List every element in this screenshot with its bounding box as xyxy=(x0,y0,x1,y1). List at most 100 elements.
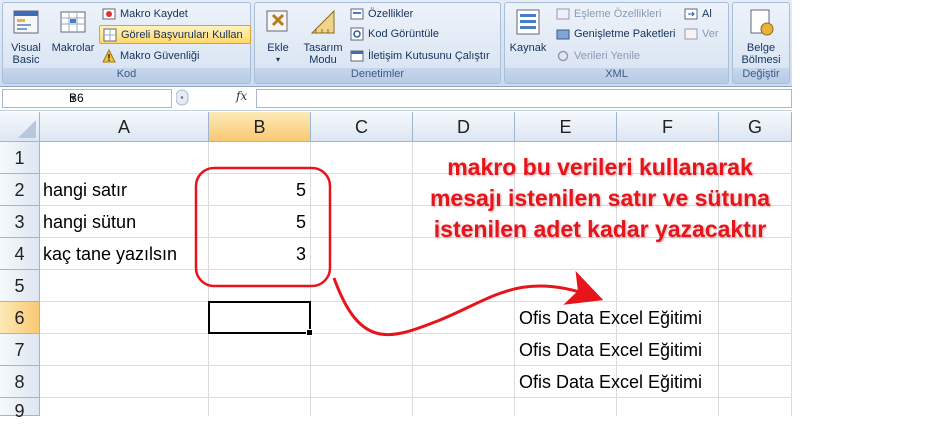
expansion-packs-icon xyxy=(556,29,570,39)
insert-controls-icon xyxy=(266,10,288,32)
column-header-f[interactable]: F xyxy=(617,112,719,142)
verileri-yenile-button[interactable]: Verileri Yenile xyxy=(553,47,643,64)
makro-kaydet-label: Makro Kaydet xyxy=(120,7,188,20)
name-box[interactable]: B6 ▼ xyxy=(2,89,172,108)
visual-basic-button[interactable]: Visual Basic xyxy=(5,5,47,66)
annotation-line-2: mesajı istenilen satır ve sütuna xyxy=(429,185,771,211)
name-box-dropdown-icon[interactable]: ▼ xyxy=(69,90,168,107)
run-dialog-icon xyxy=(350,50,364,61)
tasarim-modu-button[interactable]: Tasarım Modu xyxy=(301,5,345,66)
visual-basic-icon xyxy=(13,10,39,34)
properties-icon xyxy=(350,8,364,19)
kaynak-button[interactable]: Kaynak xyxy=(507,5,549,54)
row-header-2[interactable]: 2 xyxy=(0,174,40,206)
iletisim-kutusu-button[interactable]: İletişim Kutusunu Çalıştır xyxy=(347,47,493,64)
fx-icon[interactable]: fx xyxy=(236,89,247,103)
row-header-7[interactable]: 7 xyxy=(0,334,40,366)
visual-basic-label-1: Visual xyxy=(11,42,41,54)
active-cell-b6[interactable] xyxy=(208,301,313,336)
tasarim-modu-label-2: Modu xyxy=(309,54,337,66)
select-all-corner[interactable] xyxy=(0,112,40,142)
ribbon: Visual Basic Makrolar Makro Kaydet Görel… xyxy=(0,0,792,87)
annotation-text: makro bu verileri kullanarak mesajı iste… xyxy=(380,152,820,245)
column-header-e[interactable]: E xyxy=(515,112,617,142)
annotation-line-3: istenilen adet kadar yazacaktır xyxy=(433,216,767,242)
ekle-label: Ekle xyxy=(267,42,289,54)
fill-handle[interactable] xyxy=(306,329,313,336)
ver-button[interactable]: Ver xyxy=(681,25,722,42)
group-degistir: Belge Bölmesi Değiştir xyxy=(732,2,790,84)
group-denetimler: Ekle ▾ Tasarım Modu Özellikler Kod Görün… xyxy=(254,2,501,84)
map-properties-icon xyxy=(556,8,570,19)
macros-icon xyxy=(60,11,86,33)
ozellikler-button[interactable]: Özellikler xyxy=(347,5,416,22)
tasarim-modu-label-1: Tasarım xyxy=(303,42,343,54)
refresh-data-icon xyxy=(557,50,569,61)
ozellikler-label: Özellikler xyxy=(368,7,414,20)
ekle-dropdown-arrow: ▾ xyxy=(275,55,280,64)
column-header-g[interactable]: G xyxy=(719,112,792,142)
column-header-a[interactable]: A xyxy=(40,112,209,142)
group-label-degistir: Değiştir xyxy=(733,68,789,83)
makro-kaydet-button[interactable]: Makro Kaydet xyxy=(99,5,191,22)
goreli-basvurulari-label: Göreli Başvuruları Kullan xyxy=(121,28,243,41)
gridline xyxy=(310,142,311,416)
group-label-xml: XML xyxy=(505,68,728,83)
belge-bolmesi-label-2: Bölmesi xyxy=(741,54,781,66)
annotation-line-1: makro bu verileri kullanarak xyxy=(447,154,753,180)
column-header-c[interactable]: C xyxy=(311,112,413,142)
genisletme-paketleri-button[interactable]: Genişletme Paketleri xyxy=(553,25,679,42)
cell-e7[interactable]: Ofis Data Excel Eğitimi xyxy=(519,340,702,361)
al-button[interactable]: Al xyxy=(681,5,715,22)
genisletme-paketleri-label: Genişletme Paketleri xyxy=(574,27,676,40)
row-header-1[interactable]: 1 xyxy=(0,142,40,174)
select-all-triangle-icon xyxy=(18,120,36,138)
cell-b2[interactable]: 5 xyxy=(296,180,306,201)
view-code-icon xyxy=(350,27,364,40)
row-header-9[interactable]: 9 xyxy=(0,398,40,421)
visual-basic-label-2: Basic xyxy=(12,54,40,66)
row-header-6[interactable]: 6 xyxy=(0,302,40,334)
relative-references-icon xyxy=(103,28,117,41)
cell-e6[interactable]: Ofis Data Excel Eğitimi xyxy=(519,308,702,329)
group-kod: Visual Basic Makrolar Makro Kaydet Görel… xyxy=(2,2,251,84)
esleme-ozellikleri-label: Eşleme Özellikleri xyxy=(574,7,662,20)
import-icon xyxy=(684,8,698,19)
row-header-3[interactable]: 3 xyxy=(0,206,40,238)
kaynak-label: Kaynak xyxy=(509,42,547,54)
design-mode-icon xyxy=(310,9,335,34)
column-header-b[interactable]: B xyxy=(209,112,311,142)
makro-guvenligi-label: Makro Güvenliği xyxy=(120,49,200,62)
source-icon xyxy=(516,9,540,35)
formula-bar: B6 ▼ fx xyxy=(0,87,792,111)
makrolar-label: Makrolar xyxy=(51,42,95,54)
cell-a4[interactable]: kaç tane yazılsın xyxy=(43,244,177,265)
makrolar-button[interactable]: Makrolar xyxy=(49,5,97,54)
group-label-denetimler: Denetimler xyxy=(255,68,500,83)
cell-b3[interactable]: 5 xyxy=(296,212,306,233)
cell-e8[interactable]: Ofis Data Excel Eğitimi xyxy=(519,372,702,393)
ekle-button[interactable]: Ekle ▾ xyxy=(257,5,299,66)
group-xml: Kaynak Eşleme Özellikleri Genişletme Pak… xyxy=(504,2,729,84)
goreli-basvurulari-button[interactable]: Göreli Başvuruları Kullan xyxy=(99,25,251,44)
cell-a3[interactable]: hangi sütun xyxy=(43,212,136,233)
makro-guvenligi-button[interactable]: Makro Güvenliği xyxy=(99,47,202,64)
formula-input[interactable] xyxy=(256,89,792,108)
row-header-4[interactable]: 4 xyxy=(0,238,40,270)
row-header-8[interactable]: 8 xyxy=(0,366,40,398)
cell-a2[interactable]: hangi satır xyxy=(43,180,127,201)
row-header-5[interactable]: 5 xyxy=(0,270,40,302)
kod-goruntule-button[interactable]: Kod Görüntüle xyxy=(347,25,442,42)
belge-bolmesi-label-1: Belge xyxy=(746,42,776,54)
record-macro-icon xyxy=(102,8,116,19)
cell-b4[interactable]: 3 xyxy=(296,244,306,265)
ver-label: Ver xyxy=(702,27,719,40)
document-panel-icon xyxy=(750,9,774,36)
belge-bolmesi-button[interactable]: Belge Bölmesi xyxy=(736,5,786,66)
esleme-ozellikleri-button[interactable]: Eşleme Özellikleri xyxy=(553,5,664,22)
formula-controls: fx xyxy=(175,89,256,106)
iletisim-kutusu-label: İletişim Kutusunu Çalıştır xyxy=(368,49,490,62)
group-label-kod: Kod xyxy=(3,68,250,83)
column-header-d[interactable]: D xyxy=(413,112,515,142)
export-icon xyxy=(684,28,698,39)
